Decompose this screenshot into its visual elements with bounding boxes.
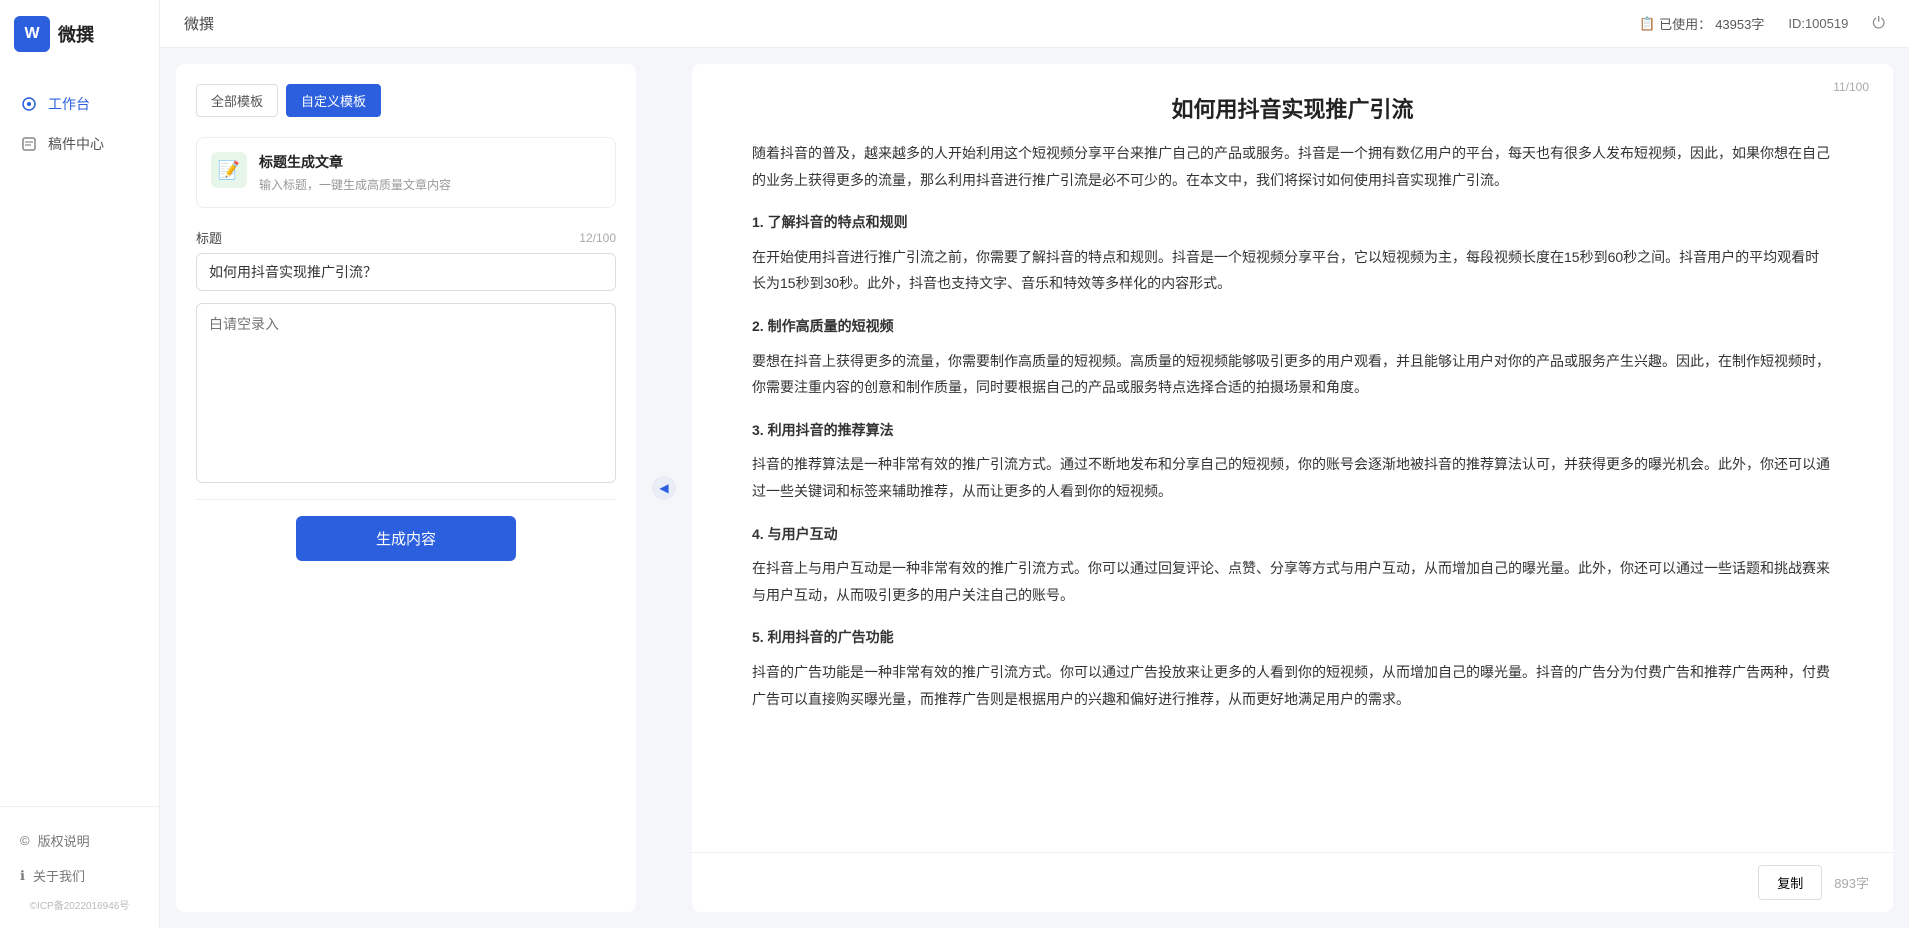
drafts-icon [20, 135, 38, 153]
logo-area: W 微撰 [0, 0, 159, 68]
article-header: 如何用抖音实现推广引流 [692, 64, 1893, 140]
usage-info: 📋 已使用： 43953字 [1639, 14, 1764, 33]
section-heading: 2. 制作高质量的短视频 [752, 313, 1833, 340]
title-input[interactable] [196, 253, 616, 291]
section-para: 在开始使用抖音进行推广引流之前，你需要了解抖音的特点和规则。抖音是一个短视频分享… [752, 244, 1833, 297]
power-icon[interactable]: ⏻ [1872, 15, 1885, 33]
section-heading: 5. 利用抖音的广告功能 [752, 624, 1833, 651]
title-label: 标题 [196, 228, 222, 247]
icp-text: ©ICP备2022016946号 [0, 893, 159, 920]
left-panel: 全部模板 自定义模板 📝 标题生成文章 输入标题，一键生成高质量文章内容 标题 … [176, 64, 636, 912]
title-label-row: 标题 12/100 [196, 228, 616, 247]
tab-custom-templates[interactable]: 自定义模板 [286, 84, 381, 117]
main: 微撰 📋 已使用： 43953字 ID:100519 ⏻ 全部模板 自定义模板 … [160, 0, 1909, 928]
word-count: 893字 [1834, 873, 1869, 892]
sidebar-item-drafts[interactable]: 稿件中心 [0, 124, 159, 164]
collapse-arrow[interactable]: ◀ [652, 476, 676, 500]
generate-button[interactable]: 生成内容 [296, 516, 516, 561]
section-para: 抖音的推荐算法是一种非常有效的推广引流方式。通过不断地发布和分享自己的短视频，你… [752, 451, 1833, 504]
logo-letter: W [24, 25, 39, 43]
sidebar-item-workbench[interactable]: 工作台 [0, 84, 159, 124]
divider [196, 499, 616, 500]
sidebar-item-label-drafts: 稿件中心 [48, 134, 104, 154]
template-tabs: 全部模板 自定义模板 [196, 84, 616, 117]
sidebar-item-label-workbench: 工作台 [48, 94, 90, 114]
article-body: 随着抖音的普及，越来越多的人开始利用这个短视频分享平台来推广自己的产品或服务。抖… [692, 140, 1893, 852]
logo-icon: W [14, 16, 50, 52]
section-heading: 1. 了解抖音的特点和规则 [752, 209, 1833, 236]
card-desc: 输入标题，一键生成高质量文章内容 [259, 176, 451, 193]
copyright-icon: © [20, 833, 30, 848]
usage-count: 43953字 [1715, 14, 1764, 33]
article-footer: 复制 893字 [692, 852, 1893, 912]
sidebar-nav: 工作台 稿件中心 [0, 68, 159, 806]
id-info: ID:100519 [1788, 16, 1848, 31]
section-heading: 3. 利用抖音的推荐算法 [752, 417, 1833, 444]
sidebar-item-copyright[interactable]: © 版权说明 [0, 823, 159, 858]
copyright-label: 版权说明 [38, 831, 90, 850]
section-para: 随着抖音的普及，越来越多的人开始利用这个短视频分享平台来推广自己的产品或服务。抖… [752, 140, 1833, 193]
sidebar-item-about[interactable]: ℹ 关于我们 [0, 858, 159, 893]
about-icon: ℹ [20, 868, 25, 884]
topbar: 微撰 📋 已使用： 43953字 ID:100519 ⏻ [160, 0, 1909, 48]
topbar-title: 微撰 [184, 13, 214, 34]
card-title: 标题生成文章 [259, 152, 451, 172]
right-panel: 如何用抖音实现推广引流 11/100 随着抖音的普及，越来越多的人开始利用这个短… [692, 64, 1893, 912]
article-title: 如何用抖音实现推广引流 [752, 92, 1833, 124]
section-para: 在抖音上与用户互动是一种非常有效的推广引流方式。你可以通过回复评论、点赞、分享等… [752, 555, 1833, 608]
logo-text: 微撰 [58, 21, 94, 47]
workbench-icon [20, 95, 38, 113]
card-info: 标题生成文章 输入标题，一键生成高质量文章内容 [259, 152, 451, 193]
section-para: 要想在抖音上获得更多的流量，你需要制作高质量的短视频。高质量的短视频能够吸引更多… [752, 348, 1833, 401]
about-label: 关于我们 [33, 866, 85, 885]
section-para: 抖音的广告功能是一种非常有效的推广引流方式。你可以通过广告投放来让更多的人看到你… [752, 659, 1833, 712]
topbar-right: 📋 已使用： 43953字 ID:100519 ⏻ [1639, 14, 1885, 33]
content-wrap: 全部模板 自定义模板 📝 标题生成文章 输入标题，一键生成高质量文章内容 标题 … [160, 48, 1909, 928]
section-heading: 4. 与用户互动 [752, 521, 1833, 548]
copy-button[interactable]: 复制 [1758, 865, 1822, 900]
card-icon: 📝 [211, 152, 247, 188]
sidebar-bottom: © 版权说明 ℹ 关于我们 ©ICP备2022016946号 [0, 806, 159, 928]
usage-label: 已使用： [1659, 14, 1711, 33]
sidebar: W 微撰 工作台 稿件中心 © [0, 0, 160, 928]
usage-icon: 📋 [1639, 16, 1655, 32]
template-card[interactable]: 📝 标题生成文章 输入标题，一键生成高质量文章内容 [196, 137, 616, 208]
title-count: 12/100 [579, 231, 616, 245]
content-textarea[interactable] [196, 303, 616, 483]
tab-all-templates[interactable]: 全部模板 [196, 84, 278, 117]
article-page-count: 11/100 [1833, 80, 1869, 94]
